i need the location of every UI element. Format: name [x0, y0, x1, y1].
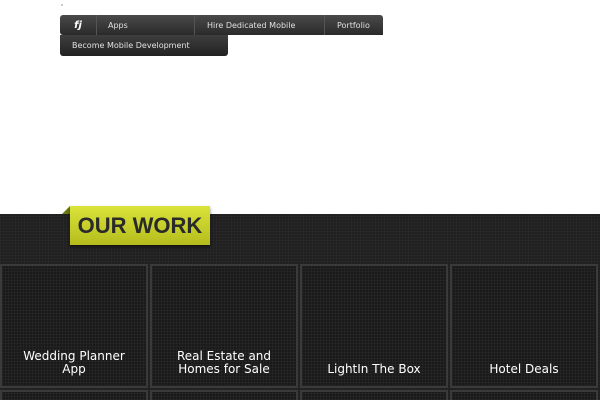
dropdown-item-become-mobile-development[interactable]: Become Mobile Development	[60, 35, 228, 56]
project-tile-hotel-deals[interactable]: Hotel Deals	[450, 264, 598, 388]
project-title: Hotel Deals	[489, 362, 559, 376]
main-navigation: fj Apps Hire Dedicated Mobile Portfolio	[60, 15, 383, 35]
project-tile-next-row[interactable]	[300, 390, 448, 400]
project-title: Wedding Planner App	[23, 349, 125, 376]
project-tile-wedding-planner[interactable]: Wedding Planner App	[0, 264, 148, 388]
project-tile-real-estate[interactable]: Real Estate and Homes for Sale	[150, 264, 298, 388]
section-title: OUR WORK	[70, 206, 210, 245]
nav-item-hire-dedicated-mobile[interactable]: Hire Dedicated Mobile	[195, 15, 325, 35]
portfolio-grid: Wedding Planner App Real Estate and Home…	[0, 264, 600, 400]
nav-item-apps[interactable]: Apps	[97, 15, 195, 35]
decorative-dot	[61, 4, 63, 6]
home-logo-icon[interactable]: fj	[60, 15, 97, 35]
project-tile-lightinthebox[interactable]: LightIn The Box	[300, 264, 448, 388]
project-tile-next-row[interactable]	[150, 390, 298, 400]
project-title: Real Estate and Homes for Sale	[176, 349, 272, 376]
project-tile-next-row[interactable]	[450, 390, 598, 400]
ribbon-fold	[62, 206, 70, 214]
nav-item-portfolio[interactable]: Portfolio	[325, 15, 383, 35]
project-tile-next-row[interactable]	[0, 390, 148, 400]
project-title: LightIn The Box	[327, 362, 421, 376]
